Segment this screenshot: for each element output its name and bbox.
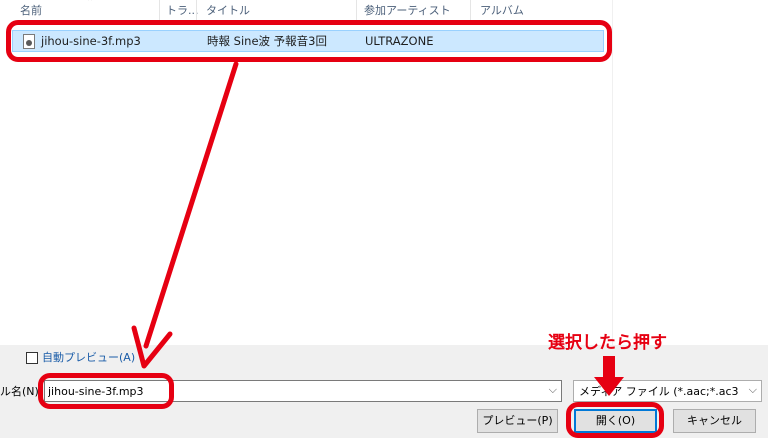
filename-input[interactable]: [48, 382, 544, 400]
column-divider[interactable]: [470, 0, 471, 22]
column-header-album[interactable]: アルバム: [480, 0, 524, 22]
column-divider[interactable]: [356, 0, 357, 22]
file-name: jihou-sine-3f.mp3: [41, 34, 141, 48]
annotation-label: 選択したら押す: [548, 333, 667, 353]
file-type-value: メディア ファイル (*.aac;*.ac3;*.aif?;: [579, 385, 739, 398]
column-header-name[interactable]: 名前: [20, 0, 42, 22]
file-type-select[interactable]: メディア ファイル (*.aac;*.ac3;*.aif?; ⌵: [573, 380, 762, 402]
checkbox-box[interactable]: [26, 352, 38, 364]
column-divider[interactable]: [196, 0, 197, 22]
file-row[interactable]: jihou-sine-3f.mp3 時報 Sine波 予報音3回 ULTRAZO…: [12, 30, 604, 52]
list-divider: [612, 0, 613, 345]
column-header-track[interactable]: トラ...: [166, 0, 199, 22]
chevron-down-icon[interactable]: ⌵: [549, 383, 557, 397]
column-divider[interactable]: [159, 0, 160, 22]
audio-file-icon: [23, 34, 35, 49]
sort-ascending-icon: ⌃: [86, 0, 95, 8]
column-header-artist[interactable]: 参加アーティスト: [364, 0, 451, 22]
filename-field[interactable]: ⌵: [44, 380, 562, 402]
auto-preview-label[interactable]: 自動プレビュー(A): [42, 350, 135, 366]
preview-button[interactable]: プレビュー(P): [477, 409, 558, 433]
dialog-footer: 自動プレビュー(A) ル名(N): ⌵ メディア ファイル (*.aac;*.a…: [0, 345, 768, 438]
column-header-title[interactable]: タイトル: [206, 0, 250, 22]
file-title: 時報 Sine波 予報音3回: [207, 34, 327, 48]
chevron-down-icon[interactable]: ⌵: [749, 383, 757, 397]
cancel-button[interactable]: キャンセル: [673, 409, 756, 433]
file-artist: ULTRAZONE: [365, 34, 434, 48]
open-button[interactable]: 開く(O): [574, 409, 657, 433]
file-list: ⌃ 名前 トラ... タイトル 参加アーティスト アルバム jihou-sine…: [0, 0, 768, 345]
filename-label: ル名(N):: [0, 385, 43, 398]
